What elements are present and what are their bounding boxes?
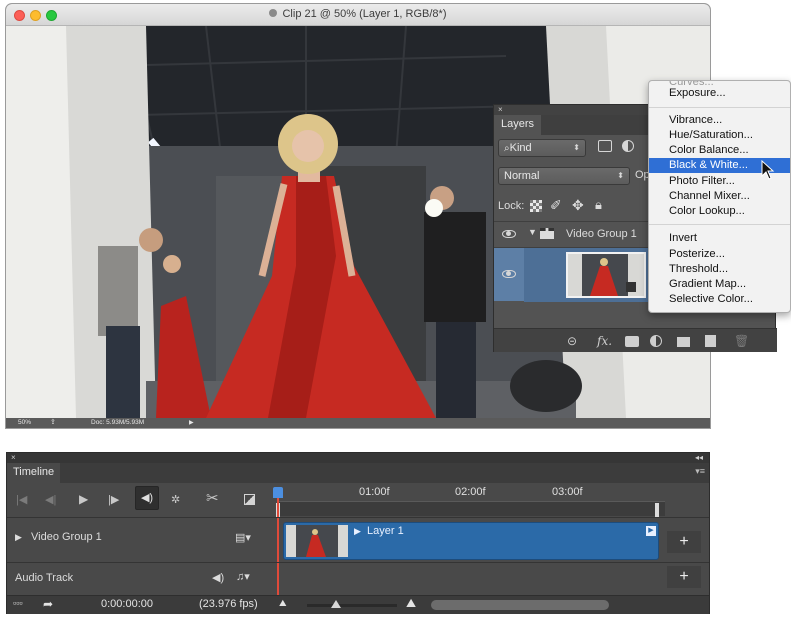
visibility-eye-icon[interactable] <box>502 230 516 238</box>
menu-item-posterize[interactable]: Posterize... <box>649 247 790 262</box>
menu-item-hue-saturation[interactable]: Hue/Saturation... <box>649 128 790 143</box>
expand-triangle-icon[interactable]: ▶ <box>15 532 22 543</box>
menu-item-gradient-map[interactable]: Gradient Map... <box>649 277 790 292</box>
timeline-panel: × ◂◂ Timeline ▾≡ |◀ ◀| ▶ |▶ ◀) ✲ ✂ 01:00… <box>6 452 710 614</box>
menu-separator <box>649 107 790 108</box>
clip-label: Layer 1 <box>367 525 404 537</box>
share-icon[interactable]: ⇪ <box>50 418 56 428</box>
blend-mode-value: Normal <box>504 170 540 182</box>
collapse-triangle-icon[interactable]: ▼ <box>528 227 537 237</box>
audio-mute-icon[interactable]: ◀) <box>212 571 224 584</box>
updown-arrows-icon: ⬍ <box>617 171 624 180</box>
frame-rate: (23.976 fps) <box>199 598 258 610</box>
tab-layers[interactable]: Layers <box>494 115 542 135</box>
video-group-icon <box>540 228 554 239</box>
timeline-ruler[interactable] <box>279 501 665 516</box>
audio-track-name: Audio Track <box>15 572 74 584</box>
track-audio: Audio Track ◀) ♫▾ <box>7 562 709 595</box>
next-frame-icon[interactable]: |▶ <box>108 493 119 506</box>
menu-item-exposure[interactable]: Exposure... <box>649 86 790 101</box>
clip-options-icon[interactable]: ▶ <box>646 526 656 536</box>
window-title-wrap: Clip 21 @ 50% (Layer 1, RGB/8*) <box>6 8 710 20</box>
video-group-track-name: Video Group 1 <box>31 531 102 543</box>
tab-timeline[interactable]: Timeline <box>7 463 61 483</box>
music-note-icon[interactable]: ♫▾ <box>236 570 250 583</box>
layers-bottom-toolbar: ⊝ fx. 🗑︎ <box>494 328 777 352</box>
menu-item-color-balance[interactable]: Color Balance... <box>649 143 790 158</box>
window-title: Clip 21 @ 50% (Layer 1, RGB/8*) <box>282 8 447 20</box>
menu-item-color-lookup[interactable]: Color Lookup... <box>649 204 790 219</box>
clip-thumbnail <box>286 525 348 557</box>
close-panel-icon[interactable]: × <box>11 453 16 462</box>
video-clip-layer-1[interactable]: ▶ Layer 1 ▶ <box>283 522 659 560</box>
lock-transparency-icon[interactable] <box>530 200 542 212</box>
film-strip-icon[interactable]: ▤▾ <box>235 531 251 544</box>
filter-kind-select[interactable]: ⌕Kind ⬍ <box>498 139 586 157</box>
zoom-slider-thumb[interactable] <box>331 600 341 608</box>
image-filter-icon[interactable] <box>598 140 612 152</box>
panel-menu-icon[interactable]: ▾≡ <box>695 466 705 477</box>
fx-icon[interactable]: fx. <box>597 334 612 348</box>
add-mask-icon[interactable] <box>625 336 639 347</box>
render-video-icon[interactable]: ➦ <box>43 597 53 611</box>
zoom-out-mountain-icon[interactable]: ⛰ <box>279 598 287 609</box>
group-name: Video Group 1 <box>566 228 637 240</box>
filter-kind-value: Kind <box>509 142 532 154</box>
document-status-bar: 50% ⇪ Doc: 5.93M/5.93M ▶ <box>6 418 710 428</box>
adjustment-layer-icon[interactable] <box>650 335 662 347</box>
add-audio-button[interactable]: + <box>667 566 701 588</box>
zoom-in-mountain-icon[interactable]: ⛰ <box>406 596 416 611</box>
menu-separator <box>649 224 790 225</box>
status-menu-arrow-icon[interactable]: ▶ <box>189 418 194 428</box>
previous-frame-icon[interactable]: ◀| <box>45 493 56 506</box>
layer-thumbnail <box>566 252 646 298</box>
go-to-first-frame-icon[interactable]: |◀ <box>16 493 27 506</box>
adjustment-filter-icon[interactable] <box>622 140 634 152</box>
clip-expand-icon[interactable]: ▶ <box>354 526 361 537</box>
mute-audio-icon[interactable]: ◀) <box>135 486 159 510</box>
play-icon[interactable]: ▶ <box>79 492 88 506</box>
lock-move-icon[interactable]: ✥ <box>572 197 584 214</box>
add-media-video-button[interactable]: + <box>667 531 701 553</box>
zoom-level[interactable]: 50% <box>18 418 31 428</box>
collapse-panel-icon[interactable]: ◂◂ <box>695 453 703 462</box>
timeline-bottom-bar: ▫▫▫ ➦ 0:00:00:00 (23.976 fps) ⛰ ⛰ <box>7 595 709 614</box>
menu-item-threshold[interactable]: Threshold... <box>649 262 790 277</box>
trash-icon[interactable]: 🗑︎ <box>734 334 749 348</box>
updown-arrows-icon: ⬍ <box>573 143 580 152</box>
playback-settings-gear-icon[interactable]: ✲ <box>171 493 180 506</box>
work-area-end-handle[interactable] <box>655 503 659 517</box>
new-layer-icon[interactable] <box>705 335 716 347</box>
convert-frame-animation-icon[interactable]: ▫▫▫ <box>13 598 23 608</box>
ruler-label-3: 03:00f <box>552 486 583 498</box>
transition-icon[interactable] <box>244 494 255 505</box>
close-panel-icon[interactable]: × <box>498 105 503 114</box>
split-scissors-icon[interactable]: ✂ <box>206 489 219 507</box>
zoom-slider-track[interactable] <box>307 604 397 607</box>
current-timecode: 0:00:00:00 <box>101 598 153 610</box>
mouse-cursor-icon <box>761 160 775 180</box>
visibility-eye-icon[interactable] <box>502 270 516 278</box>
menu-item-vibrance[interactable]: Vibrance... <box>649 113 790 128</box>
menu-item-channel-mixer[interactable]: Channel Mixer... <box>649 189 790 204</box>
ruler-label-2: 02:00f <box>455 486 486 498</box>
link-icon[interactable]: ⊝ <box>567 334 577 348</box>
ruler-label-1: 01:00f <box>359 486 390 498</box>
timeline-panel-header: × ◂◂ <box>7 453 709 463</box>
lock-label: Lock: <box>498 200 525 212</box>
adjustment-layer-menu: Curves... Exposure... Vibrance... Hue/Sa… <box>648 80 791 313</box>
timeline-tab-row: Timeline ▾≡ <box>7 463 709 483</box>
window-titlebar: Clip 21 @ 50% (Layer 1, RGB/8*) <box>6 4 710 26</box>
lock-all-icon[interactable]: 🔒︎ <box>595 197 602 213</box>
document-icon <box>269 9 278 17</box>
playhead-handle[interactable] <box>273 487 283 498</box>
doc-size: Doc: 5.93M/5.93M <box>91 419 145 426</box>
horizontal-scrollbar[interactable] <box>431 600 609 610</box>
new-group-folder-icon[interactable] <box>677 337 690 347</box>
blend-mode-select[interactable]: Normal ⬍ <box>498 167 630 185</box>
menu-item-selective-color[interactable]: Selective Color... <box>649 292 790 307</box>
lock-brush-icon[interactable]: ✐ <box>550 197 562 214</box>
menu-item-invert[interactable]: Invert <box>649 231 790 246</box>
